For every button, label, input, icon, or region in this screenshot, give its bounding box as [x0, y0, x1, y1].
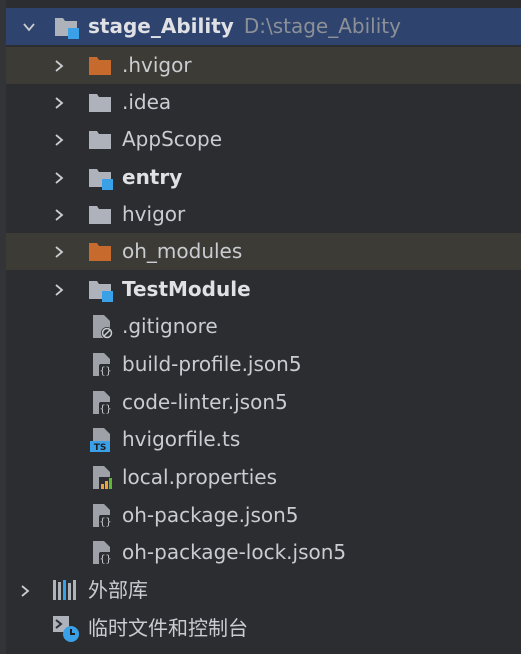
- tree-item-build-profile[interactable]: {} build-profile.json5: [6, 346, 521, 383]
- tree-item-code-linter[interactable]: {} code-linter.json5: [6, 384, 521, 421]
- tree-item-hvigor-cache[interactable]: .hvigor: [6, 47, 521, 84]
- svg-text:{}: {}: [99, 517, 111, 528]
- svg-text:{}: {}: [99, 554, 111, 565]
- chevron-right-icon[interactable]: [52, 283, 66, 297]
- chevron-right-icon[interactable]: [52, 171, 66, 185]
- excluded-folder-icon: [88, 240, 112, 264]
- tree-item-label: oh-package-lock.json5: [122, 540, 347, 564]
- svg-text:{}: {}: [99, 366, 111, 377]
- tree-item-label: local.properties: [122, 465, 278, 489]
- properties-file-icon: [90, 465, 114, 490]
- tree-item-oh-package-lock[interactable]: {} oh-package-lock.json5: [6, 534, 521, 571]
- json-file-icon: {}: [90, 390, 114, 415]
- chevron-right-icon[interactable]: [18, 584, 32, 598]
- tree-item-label: entry: [122, 165, 183, 189]
- library-icon: [52, 578, 76, 602]
- tree-item-label: oh-package.json5: [122, 503, 299, 527]
- folder-icon: [88, 203, 112, 227]
- tree-item-external-libraries[interactable]: 外部库: [6, 572, 521, 609]
- tree-item-label: AppScope: [122, 127, 222, 151]
- tree-item-oh-modules[interactable]: oh_modules: [6, 233, 521, 270]
- tree-item-entry[interactable]: entry: [6, 159, 521, 196]
- chevron-right-icon[interactable]: [52, 245, 66, 259]
- module-folder-icon: [88, 278, 113, 302]
- tree-item-label: .gitignore: [122, 314, 218, 338]
- module-folder-icon: [54, 15, 79, 39]
- tree-item-label: TestModule: [122, 277, 251, 301]
- scratches-console-icon: [52, 615, 79, 642]
- json-file-icon: {}: [90, 503, 114, 528]
- tree-item-gitignore[interactable]: .gitignore: [6, 308, 521, 345]
- tree-item-label: hvigorfile.ts: [122, 427, 241, 451]
- module-folder-icon: [88, 166, 113, 190]
- tree-item-hvigor[interactable]: hvigor: [6, 196, 521, 233]
- chevron-right-icon[interactable]: [52, 59, 66, 73]
- project-path: D:\stage_Ability: [243, 14, 401, 38]
- tree-item-label: build-profile.json5: [122, 352, 302, 376]
- tree-item-idea[interactable]: .idea: [6, 84, 521, 121]
- chevron-right-icon[interactable]: [52, 133, 66, 147]
- chevron-down-icon[interactable]: [22, 20, 36, 34]
- tree-item-label: hvigor: [122, 202, 186, 226]
- tree-item-testmodule[interactable]: TestModule: [6, 271, 521, 308]
- ignore-file-icon: [90, 314, 114, 339]
- project-name: stage_Ability: [88, 14, 234, 38]
- tree-item-label: 临时文件和控制台: [88, 616, 248, 640]
- svg-text:{}: {}: [99, 404, 111, 415]
- tree-item-label: code-linter.json5: [122, 390, 288, 414]
- tree-root-stage-ability[interactable]: stage_Ability D:\stage_Ability: [6, 8, 521, 45]
- chevron-right-icon[interactable]: [52, 208, 66, 222]
- tree-item-scratches-consoles[interactable]: 临时文件和控制台: [6, 610, 521, 647]
- tree-item-hvigorfile[interactable]: TS hvigorfile.ts: [6, 421, 521, 458]
- json-file-icon: {}: [90, 352, 114, 377]
- tree-item-local-properties[interactable]: local.properties: [6, 459, 521, 496]
- typescript-file-icon: TS: [90, 427, 114, 453]
- tree-item-label: 外部库: [88, 578, 148, 602]
- tree-item-label: oh_modules: [122, 239, 243, 263]
- tree-item-label: .idea: [122, 90, 172, 114]
- ts-badge-text: TS: [94, 443, 107, 453]
- tree-item-oh-package[interactable]: {} oh-package.json5: [6, 497, 521, 534]
- chevron-right-icon[interactable]: [52, 96, 66, 110]
- folder-icon: [88, 91, 112, 115]
- tree-item-label: .hvigor: [122, 53, 192, 77]
- tree-item-appscope[interactable]: AppScope: [6, 121, 521, 158]
- folder-icon: [88, 128, 112, 152]
- excluded-folder-icon: [88, 54, 112, 78]
- json-file-icon: {}: [90, 540, 114, 565]
